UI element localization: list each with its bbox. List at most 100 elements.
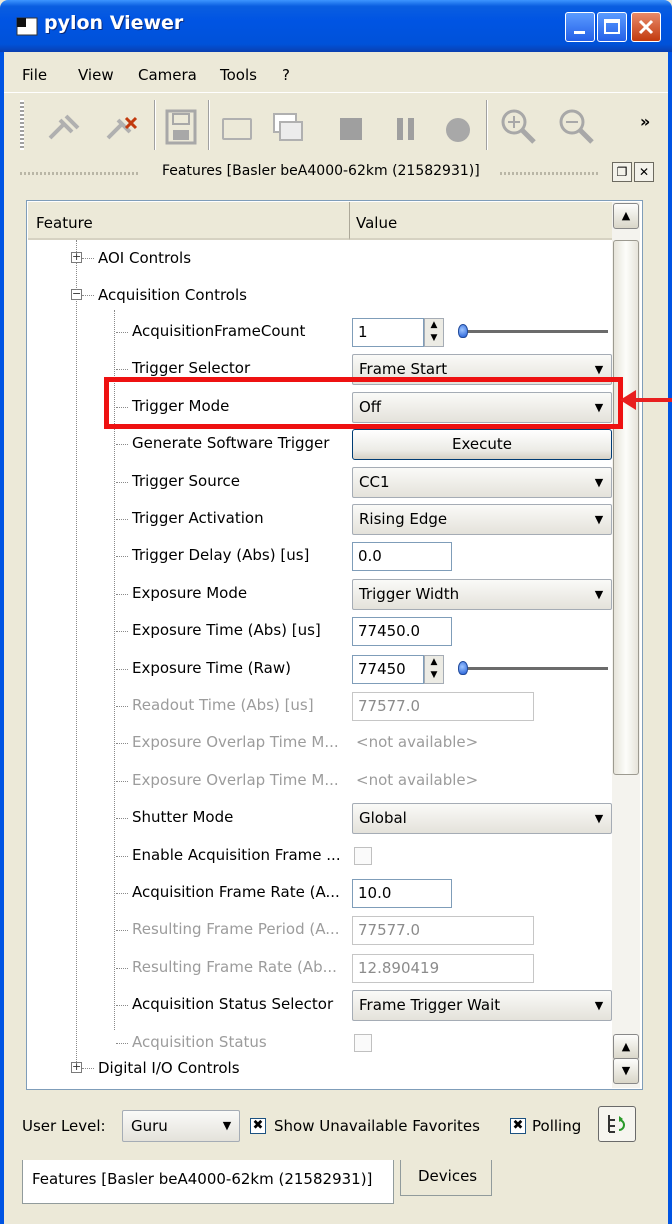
close-button[interactable] [631,12,661,42]
pause-icon[interactable] [394,116,418,142]
feature-label: Exposure Overlap Time M... [132,771,339,789]
scroll-thumb[interactable] [613,240,639,775]
menu-camera[interactable]: Camera [138,66,197,84]
menu-tools[interactable]: Tools [220,66,257,84]
polling-label[interactable]: Polling [532,1117,581,1135]
arrow-down-icon[interactable]: ▼ [425,669,443,682]
feature-select[interactable]: Trigger Width ▼ [352,579,612,610]
scroll-down-button[interactable]: ▼ [613,1058,639,1084]
arrow-up-icon[interactable]: ▲ [425,656,443,669]
tree-branch [116,818,128,819]
tree-node-digital-io-controls[interactable]: Digital I/O Controls [98,1059,240,1077]
stop-icon[interactable] [340,118,362,140]
feature-label: Acquisition Status Selector [132,995,334,1013]
single-frame-icon[interactable] [222,118,252,140]
slider-track[interactable] [462,330,608,334]
feature-spin-input[interactable]: 1 [352,318,424,347]
tree-branch [116,1043,128,1044]
feature-label: Generate Software Trigger [132,434,330,452]
refresh-features-button[interactable] [598,1106,636,1142]
feature-select[interactable]: Frame Trigger Wait ▼ [352,990,612,1021]
zoom-out-icon[interactable] [556,106,596,146]
feature-input[interactable]: 10.0 [352,879,452,908]
feature-checkbox [354,1034,372,1052]
feature-label: Readout Time (Abs) [us] [132,696,314,714]
scroll-up-button-lower[interactable]: ▲ [613,1034,639,1060]
arrow-up-icon[interactable]: ▲ [425,319,443,332]
tree-branch [82,295,94,296]
feature-label: Shutter Mode [132,808,234,826]
scroll-up-button[interactable]: ▲ [613,203,639,229]
user-level-label: User Level: [22,1117,106,1135]
arrow-down-icon[interactable]: ▼ [425,332,443,345]
menu-file[interactable]: File [22,66,47,84]
feature-label: Exposure Time (Abs) [us] [132,621,321,639]
slider-track[interactable] [462,667,608,671]
spin-buttons[interactable]: ▲ ▼ [424,655,444,684]
expand-icon[interactable]: + [71,251,82,263]
feature-select-value: CC1 [359,473,390,491]
feature-select[interactable]: CC1 ▼ [352,467,612,498]
spin-buttons[interactable]: ▲ ▼ [424,318,444,347]
feature-label: Enable Acquisition Frame ... [132,846,341,864]
window-frame-left [0,52,4,1224]
feature-input[interactable]: 0.0 [352,542,452,571]
feature-checkbox[interactable] [354,847,372,865]
slider-knob[interactable] [458,661,468,675]
arrow-up-icon: ▲ [621,209,631,222]
collapse-icon[interactable]: − [71,288,82,300]
feature-label: Acquisition Frame Rate (A... [132,883,340,901]
show-unavailable-checkbox[interactable]: ✖ [250,1118,266,1134]
tab-features-label: Features [Basler beA4000-62km (21582931)… [32,1170,373,1188]
minimize-button[interactable] [565,12,595,42]
dock-title: Features [Basler beA4000-62km (21582931)… [162,163,480,179]
tree-branch [116,856,128,857]
window-title: pylon Viewer [44,12,184,34]
tree-branch [116,332,128,333]
menu-view[interactable]: View [78,66,114,84]
toolbar-overflow-button[interactable]: » [640,112,650,131]
slider-knob[interactable] [458,324,468,338]
multi-frame-icon[interactable] [272,110,306,146]
execute-button[interactable]: Execute [352,429,612,460]
feature-select[interactable]: Rising Edge ▼ [352,504,612,535]
tree-line [76,240,77,1070]
minimize-icon [574,31,585,34]
tree-branch [116,706,128,707]
toolbar-separator [154,100,156,150]
tree-branch [116,519,128,520]
dock-close-button[interactable]: ✕ [634,162,654,182]
tree-branch [116,444,128,445]
zoom-in-icon[interactable] [498,106,538,146]
expand-icon[interactable]: + [71,1061,82,1073]
arrow-up-icon: ▲ [621,1040,631,1053]
restore-icon: ❐ [616,165,628,179]
tree-branch [82,1068,94,1069]
feature-label: Resulting Frame Period (A... [132,920,340,938]
tree-node-aoi-controls[interactable]: AOI Controls [98,249,191,267]
save-icon[interactable] [164,108,198,146]
chevron-down-icon: ▼ [594,513,604,526]
disconnect-icon[interactable] [42,108,86,148]
connect-icon[interactable] [100,108,144,148]
feature-select[interactable]: Global ▼ [352,803,612,834]
maximize-button[interactable] [597,12,627,42]
not-available-text: <not available> [356,733,479,751]
menu-help[interactable]: ? [282,66,290,84]
tree-branch [116,669,128,670]
feature-select-value: Frame Start [359,360,448,378]
toolbar-grip[interactable] [20,100,24,150]
feature-spin-input[interactable]: 77450 [352,655,424,684]
tree-node-acquisition-controls[interactable]: Acquisition Controls [98,286,247,304]
polling-checkbox[interactable]: ✖ [510,1118,526,1134]
close-icon [638,19,654,35]
record-icon[interactable] [446,118,470,142]
tree-branch [116,1005,128,1006]
feature-label: Exposure Mode [132,584,248,602]
dock-float-button[interactable]: ❐ [612,162,632,182]
tab-devices-label: Devices [418,1167,478,1185]
feature-label: Exposure Time (Raw) [132,659,291,677]
user-level-select[interactable]: Guru ▼ [122,1110,240,1142]
feature-input[interactable]: 77450.0 [352,617,452,646]
show-unavailable-label[interactable]: Show Unavailable Favorites [274,1117,480,1135]
